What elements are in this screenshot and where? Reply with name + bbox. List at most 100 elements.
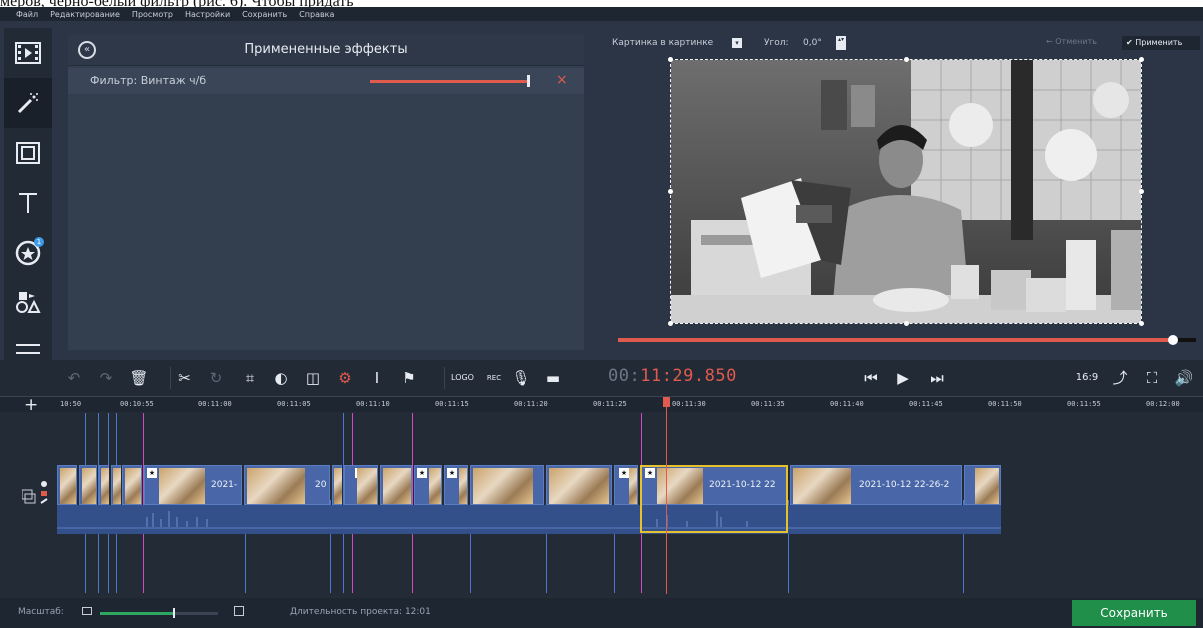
- clip-thumbnail: [429, 468, 441, 504]
- video-clip[interactable]: ★: [414, 465, 442, 505]
- clip-thumbnail: [793, 468, 851, 504]
- slider-knob[interactable]: [527, 75, 530, 87]
- rotate-icon[interactable]: ↻: [206, 367, 226, 389]
- video-clip[interactable]: [546, 465, 612, 505]
- menu-edit[interactable]: Редактирование: [50, 10, 120, 19]
- sticker-icon[interactable]: 1: [4, 228, 52, 278]
- save-button[interactable]: Сохранить: [1072, 600, 1196, 626]
- resize-handle[interactable]: [904, 321, 909, 326]
- video-clip[interactable]: 2021-10-12 22-26-2: [790, 465, 962, 505]
- frames-icon[interactable]: [4, 128, 52, 178]
- clip-thumbnail: [247, 468, 305, 504]
- ruler-tick: 10:50: [60, 400, 82, 408]
- edit-toolbar: ↶ ↷ 🗑 ✂ ↻ ⌗ ◐ ◫ ⚙ ⵏ ⚑ LOGO REC 🎙 ▬ ⏮ ▶ ⏭…: [0, 360, 1203, 396]
- clip-label: 20: [315, 480, 327, 490]
- effects-settings-icon[interactable]: ⚙: [334, 367, 356, 389]
- video-clip[interactable]: [122, 465, 142, 505]
- ruler-tick: 00:11:35: [751, 400, 785, 408]
- crop-icon[interactable]: ⌗: [238, 367, 262, 389]
- video-clip[interactable]: [79, 465, 97, 505]
- video-clip[interactable]: ★: [614, 465, 638, 505]
- clip-thumbnail: [549, 468, 609, 504]
- play-icon[interactable]: ▶: [892, 367, 914, 389]
- video-clip[interactable]: [57, 465, 77, 505]
- star-icon: ★: [417, 468, 427, 478]
- next-icon[interactable]: ⏭: [926, 367, 948, 389]
- clip-thumbnail: [125, 468, 141, 504]
- clip-thumbnail: [473, 468, 533, 504]
- film-icon[interactable]: [4, 28, 52, 78]
- resize-handle[interactable]: [1139, 57, 1144, 62]
- undo-button[interactable]: ← Отменить: [1046, 37, 1097, 46]
- video-frame-photo[interactable]: [670, 59, 1142, 324]
- text-icon[interactable]: [4, 178, 52, 228]
- menu-view[interactable]: Просмотр: [132, 10, 173, 19]
- video-clip[interactable]: [332, 465, 342, 505]
- scissors-icon[interactable]: ✂: [170, 367, 198, 389]
- angle-input[interactable]: 0,0°: [803, 38, 822, 48]
- resize-handle[interactable]: [1139, 321, 1144, 326]
- apply-button[interactable]: ✔ Применить: [1122, 36, 1200, 50]
- clip-thumbnail: [101, 468, 109, 504]
- ruler-tick: 00:11:05: [277, 400, 311, 408]
- video-clip[interactable]: ★ 2021-: [144, 465, 242, 505]
- timeline-ruler[interactable]: + 10:50 00:10:55 00:11:00 00:11:05 00:11…: [0, 395, 1203, 415]
- zoom-out-icon[interactable]: [82, 607, 92, 615]
- magic-wand-icon[interactable]: [4, 78, 52, 128]
- export-icon[interactable]: ⤴: [1108, 367, 1132, 389]
- resize-handle[interactable]: [668, 189, 673, 194]
- clip-thumbnail: [113, 468, 121, 504]
- resize-handle[interactable]: [904, 57, 909, 62]
- equalizer-icon[interactable]: ⵏ: [366, 367, 388, 389]
- video-clip[interactable]: 20: [244, 465, 330, 505]
- trash-icon[interactable]: 🗑: [128, 367, 150, 389]
- video-clip[interactable]: [964, 465, 1001, 505]
- effect-intensity-slider[interactable]: [370, 75, 530, 87]
- fullscreen-icon[interactable]: ⛶: [1140, 367, 1164, 389]
- zoom-in-icon[interactable]: [234, 606, 244, 616]
- menu-file[interactable]: Файл: [16, 10, 38, 19]
- transitions-icon[interactable]: [4, 278, 52, 328]
- aspect-ratio-button[interactable]: 16:9: [1072, 367, 1102, 389]
- effects-title: Примененные эффекты: [244, 42, 408, 57]
- effect-item[interactable]: Фильтр: Винтаж ч/б ×: [68, 68, 584, 94]
- microphone-icon[interactable]: 🎙: [510, 367, 532, 389]
- video-clip[interactable]: [380, 465, 412, 505]
- menu-help[interactable]: Справка: [299, 10, 334, 19]
- video-clip[interactable]: ★: [444, 465, 468, 505]
- remove-effect-icon[interactable]: ×: [556, 72, 568, 88]
- video-clip[interactable]: [111, 465, 121, 505]
- resize-handle[interactable]: [668, 321, 673, 326]
- flag-icon[interactable]: ⚑: [398, 367, 420, 389]
- record-icon[interactable]: REC: [482, 367, 506, 389]
- resize-handle[interactable]: [1139, 189, 1144, 194]
- chevron-down-icon[interactable]: ▾: [732, 38, 742, 48]
- previous-icon[interactable]: ⏮: [860, 367, 882, 389]
- sticker-badge: 1: [34, 237, 44, 247]
- video-clip[interactable]: [470, 465, 544, 505]
- screen-capture-icon[interactable]: ▬: [542, 367, 564, 389]
- resize-handle[interactable]: [668, 57, 673, 62]
- clip-thumbnail: [60, 468, 76, 504]
- stabilize-icon[interactable]: ◫: [302, 367, 324, 389]
- undo-icon[interactable]: ↶: [64, 367, 84, 389]
- pip-mode-select[interactable]: Картинка в картинке: [612, 38, 713, 48]
- ruler-tick: 00:11:20: [514, 400, 548, 408]
- logo-icon[interactable]: LOGO: [444, 367, 480, 389]
- playback-progress[interactable]: [618, 338, 1173, 342]
- volume-icon[interactable]: 🔊: [1172, 367, 1196, 389]
- color-adjust-icon[interactable]: ◐: [270, 367, 292, 389]
- zoom-label: Масштаб:: [18, 607, 64, 617]
- star-icon: ★: [619, 468, 629, 478]
- zoom-slider[interactable]: [100, 608, 218, 618]
- audio-track[interactable]: [57, 505, 1001, 534]
- zoom-knob[interactable]: [173, 608, 175, 618]
- redo-icon[interactable]: ↷: [96, 367, 116, 389]
- playback-knob[interactable]: [1168, 335, 1178, 345]
- playhead[interactable]: [666, 398, 667, 594]
- menu-save[interactable]: Сохранить: [242, 10, 287, 19]
- video-clip[interactable]: [99, 465, 109, 505]
- video-clip[interactable]: ★: [344, 465, 378, 505]
- angle-stepper[interactable]: ▴▾: [836, 36, 846, 50]
- menu-settings[interactable]: Настройки: [185, 10, 230, 19]
